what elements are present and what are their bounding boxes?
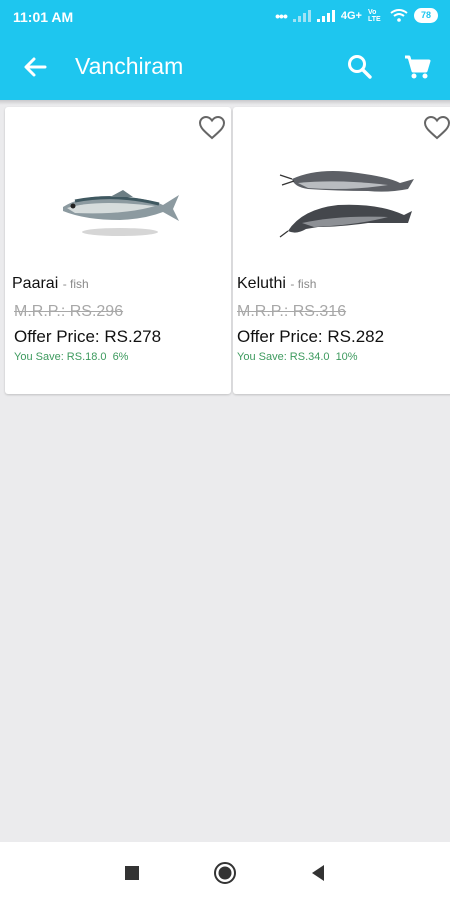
product-name: Paarai — [12, 275, 59, 292]
product-card[interactable]: Keluthi - fish M.R.P.: RS.316 Offer Pric… — [233, 107, 450, 394]
offer-price: Offer Price: RS.282 — [237, 327, 385, 346]
mrp-price: M.R.P.: RS.316 — [237, 303, 347, 320]
product-name-row: Paarai - fish — [12, 275, 89, 293]
mrp-price: M.R.P.: RS.296 — [14, 303, 124, 320]
heart-outline-icon — [198, 115, 226, 140]
you-save-amount: You Save: RS.34.0 — [237, 351, 330, 363]
triangle-back-icon — [312, 865, 324, 881]
product-name: Keluthi — [237, 275, 286, 292]
battery-icon: 78 — [413, 8, 438, 23]
search-button[interactable] — [343, 50, 377, 84]
signal-strong-icon — [316, 9, 335, 22]
home-button[interactable] — [212, 860, 238, 886]
page-title: Vanchiram — [75, 53, 184, 79]
favorite-button[interactable] — [423, 115, 450, 141]
status-bar: 11:01 AM ••• 4G+ Vo LTE 78 — [0, 0, 450, 34]
you-save: You Save: RS.34.0 10% — [237, 351, 358, 363]
status-time: 11:01 AM — [13, 9, 74, 25]
recents-button[interactable] — [119, 860, 145, 886]
you-save-amount: You Save: RS.18.0 — [14, 351, 107, 363]
fish-image — [63, 190, 179, 236]
app-bar: Vanchiram — [0, 34, 450, 100]
back-nav-button[interactable] — [305, 860, 331, 886]
app-bar-shadow — [0, 100, 450, 105]
signal-weak-icon — [292, 9, 311, 22]
volte-badge: Vo LTE — [367, 8, 381, 23]
cart-icon — [405, 55, 431, 79]
offer-price: Offer Price: RS.278 — [14, 327, 162, 346]
discount-percent: 10% — [335, 351, 358, 363]
back-button[interactable] — [18, 50, 52, 84]
network-type: 4G+ — [340, 9, 362, 22]
product-category: - fish — [290, 277, 317, 291]
product-card[interactable]: Paarai - fish M.R.P.: RS.296 Offer Price… — [5, 107, 231, 394]
cart-button[interactable] — [400, 50, 434, 84]
favorite-button[interactable] — [198, 115, 226, 141]
product-category: - fish — [62, 277, 89, 291]
search-icon — [348, 55, 372, 79]
circle-icon — [214, 862, 236, 884]
catfish-image — [279, 171, 414, 238]
product-name-row: Keluthi - fish — [237, 275, 316, 293]
heart-outline-icon — [423, 115, 450, 140]
you-save: You Save: RS.18.0 6% — [14, 351, 128, 363]
discount-percent: 6% — [112, 351, 129, 363]
square-icon — [125, 866, 139, 880]
system-nav-bar — [0, 842, 450, 900]
arrow-back-icon — [24, 57, 47, 77]
status-icons: ••• 4G+ Vo LTE 78 — [275, 8, 438, 23]
wifi-icon — [390, 9, 408, 22]
notification-dots-icon: ••• — [275, 7, 288, 24]
